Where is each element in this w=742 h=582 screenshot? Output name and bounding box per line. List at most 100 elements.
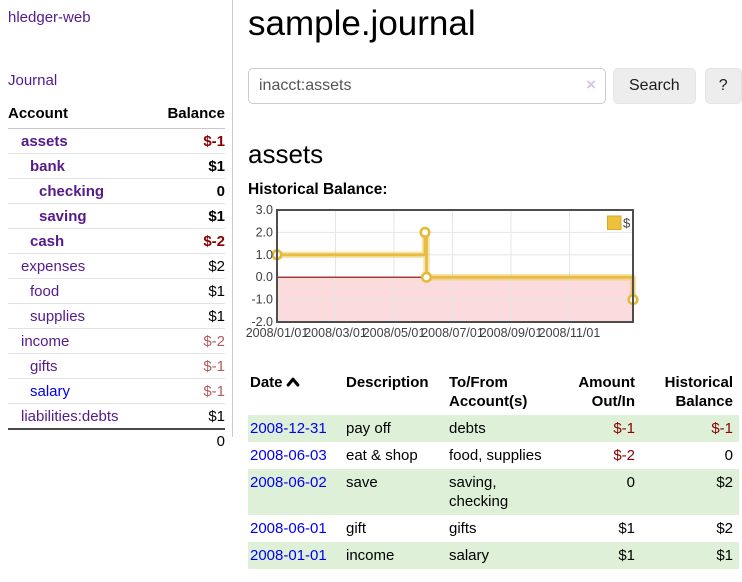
accounts-header-account: Account (8, 103, 151, 129)
account-balance: 0 (151, 179, 225, 204)
transaction-description: income (344, 542, 447, 569)
account-balance: $2 (151, 254, 225, 279)
transaction-row[interactable]: 2008-06-01 gift gifts $1 $2 (248, 515, 739, 542)
account-balance: $1 (151, 279, 225, 304)
transaction-row[interactable]: 2008-06-03 eat & shop food, supplies $-2… (248, 442, 739, 469)
account-link-liabilities-debts[interactable]: liabilities:debts (21, 408, 119, 425)
accounts-total-value: 0 (151, 429, 225, 453)
transaction-description: eat & shop (344, 442, 447, 469)
y-axis-labels: 3.0 2.0 1.0 0.0 -1.0 -2.0 (251, 203, 273, 329)
account-link-saving[interactable]: saving (39, 208, 87, 225)
account-row: assets $-1 (8, 129, 225, 154)
account-row: saving $1 (8, 204, 225, 229)
search-button[interactable]: Search (613, 68, 696, 104)
header-balance: Historical Balance (641, 371, 739, 415)
account-link-expenses[interactable]: expenses (21, 258, 85, 275)
transaction-description: pay off (344, 415, 447, 442)
header-balance-line2: Balance (675, 393, 733, 410)
marker-2008-06-03 (422, 273, 431, 282)
transaction-amount: $-2 (551, 442, 641, 469)
transaction-date-link[interactable]: 2008-12-31 (250, 420, 327, 437)
header-balance-line1: Historical (665, 374, 733, 391)
register-table: Date Description To/From Account(s) Amou… (248, 371, 739, 569)
header-amount: Amount Out/In (551, 371, 641, 415)
svg-text:2008/01/01: 2008/01/01 (246, 326, 309, 340)
marker-2008-06-01 (421, 228, 430, 237)
svg-text:0.0: 0.0 (256, 270, 273, 284)
account-link-gifts[interactable]: gifts (30, 358, 58, 375)
chart-legend: $ (608, 216, 632, 231)
clear-search-icon[interactable]: × (586, 76, 596, 94)
account-balance: $-1 (151, 129, 225, 154)
transaction-date-link[interactable]: 2008-06-02 (250, 474, 327, 491)
account-link-assets[interactable]: assets (21, 133, 68, 150)
svg-text:-1.0: -1.0 (251, 293, 273, 307)
account-balance: $-2 (151, 229, 225, 254)
search-input[interactable] (248, 68, 606, 104)
main-content: sample.journal × Search ? assets Histori… (248, 0, 742, 569)
account-link-food[interactable]: food (30, 283, 59, 300)
historical-balance-chart: $ 3.0 2.0 1.0 0.0 -1.0 -2.0 2008/01/01 2… (244, 203, 742, 350)
help-button[interactable]: ? (705, 68, 742, 104)
account-balance: $1 (151, 154, 225, 179)
transaction-balance: $1 (641, 542, 739, 569)
transaction-accounts: gifts (447, 515, 551, 542)
transaction-accounts: saving, checking (447, 469, 551, 515)
transaction-description: save (344, 469, 447, 515)
transaction-date-link[interactable]: 2008-06-03 (250, 447, 327, 464)
transaction-accounts: salary (447, 542, 551, 569)
transaction-row[interactable]: 2008-12-31 pay off debts $-1 $-1 (248, 415, 739, 442)
transaction-amount: 0 (551, 469, 641, 515)
header-date[interactable]: Date (248, 371, 344, 415)
page-title: sample.journal (248, 5, 742, 43)
transaction-row[interactable]: 2008-01-01 income salary $1 $1 (248, 542, 739, 569)
account-link-cash[interactable]: cash (30, 233, 64, 250)
svg-text:2008/11/01: 2008/11/01 (539, 326, 601, 340)
account-balance: $-2 (151, 329, 225, 354)
header-amount-line1: Amount (578, 374, 635, 391)
header-tofrom-line2: Account(s) (449, 393, 527, 410)
svg-text:2008/09/01: 2008/09/01 (480, 326, 543, 340)
transaction-balance: $2 (641, 469, 739, 515)
svg-text:2008/05/01: 2008/05/01 (363, 326, 426, 340)
transaction-date-link[interactable]: 2008-06-01 (250, 520, 327, 537)
transaction-balance: $-1 (641, 415, 739, 442)
transaction-accounts: debts (447, 415, 551, 442)
account-balance: $1 (151, 404, 225, 430)
sort-ascending-icon (286, 374, 300, 393)
x-axis-labels: 2008/01/01 2008/03/01 2008/05/01 2008/07… (246, 326, 601, 340)
search-input-wrap: × (248, 68, 606, 104)
sidebar-item-journal[interactable]: Journal (8, 72, 232, 89)
account-row: expenses $2 (8, 254, 225, 279)
account-link-checking[interactable]: checking (39, 183, 104, 200)
header-tofrom: To/From Account(s) (447, 371, 551, 415)
svg-text:2008/07/01: 2008/07/01 (421, 326, 484, 340)
accounts-table: Account Balance assets $-1 bank $1 check… (8, 103, 225, 453)
account-link-bank[interactable]: bank (30, 158, 65, 175)
accounts-header-balance: Balance (151, 103, 225, 129)
account-balance: $-1 (151, 379, 225, 404)
header-amount-line2: Out/In (592, 393, 635, 410)
transaction-amount: $1 (551, 542, 641, 569)
app-title-link[interactable]: hledger-web (8, 9, 232, 26)
transaction-balance: $2 (641, 515, 739, 542)
transaction-row[interactable]: 2008-06-02 save saving, checking 0 $2 (248, 469, 739, 515)
transaction-date-link[interactable]: 2008-01-01 (250, 547, 327, 564)
account-link-income[interactable]: income (21, 333, 69, 350)
account-row: income $-2 (8, 329, 225, 354)
account-balance: $1 (151, 204, 225, 229)
account-link-supplies[interactable]: supplies (30, 308, 85, 325)
transaction-accounts: food, supplies (447, 442, 551, 469)
chart-heading: Historical Balance: (248, 181, 742, 199)
account-link-salary[interactable]: salary (30, 383, 70, 400)
header-description: Description (344, 371, 447, 415)
account-row: cash $-2 (8, 229, 225, 254)
account-row: food $1 (8, 279, 225, 304)
account-balance: $1 (151, 304, 225, 329)
balance-chart-svg: $ 3.0 2.0 1.0 0.0 -1.0 -2.0 2008/01/01 2… (244, 203, 644, 345)
account-row: liabilities:debts $1 (8, 404, 225, 430)
svg-text:2008/03/01: 2008/03/01 (304, 326, 367, 340)
account-row: gifts $-1 (8, 354, 225, 379)
header-tofrom-line1: To/From (449, 374, 508, 391)
transaction-amount: $-1 (551, 415, 641, 442)
